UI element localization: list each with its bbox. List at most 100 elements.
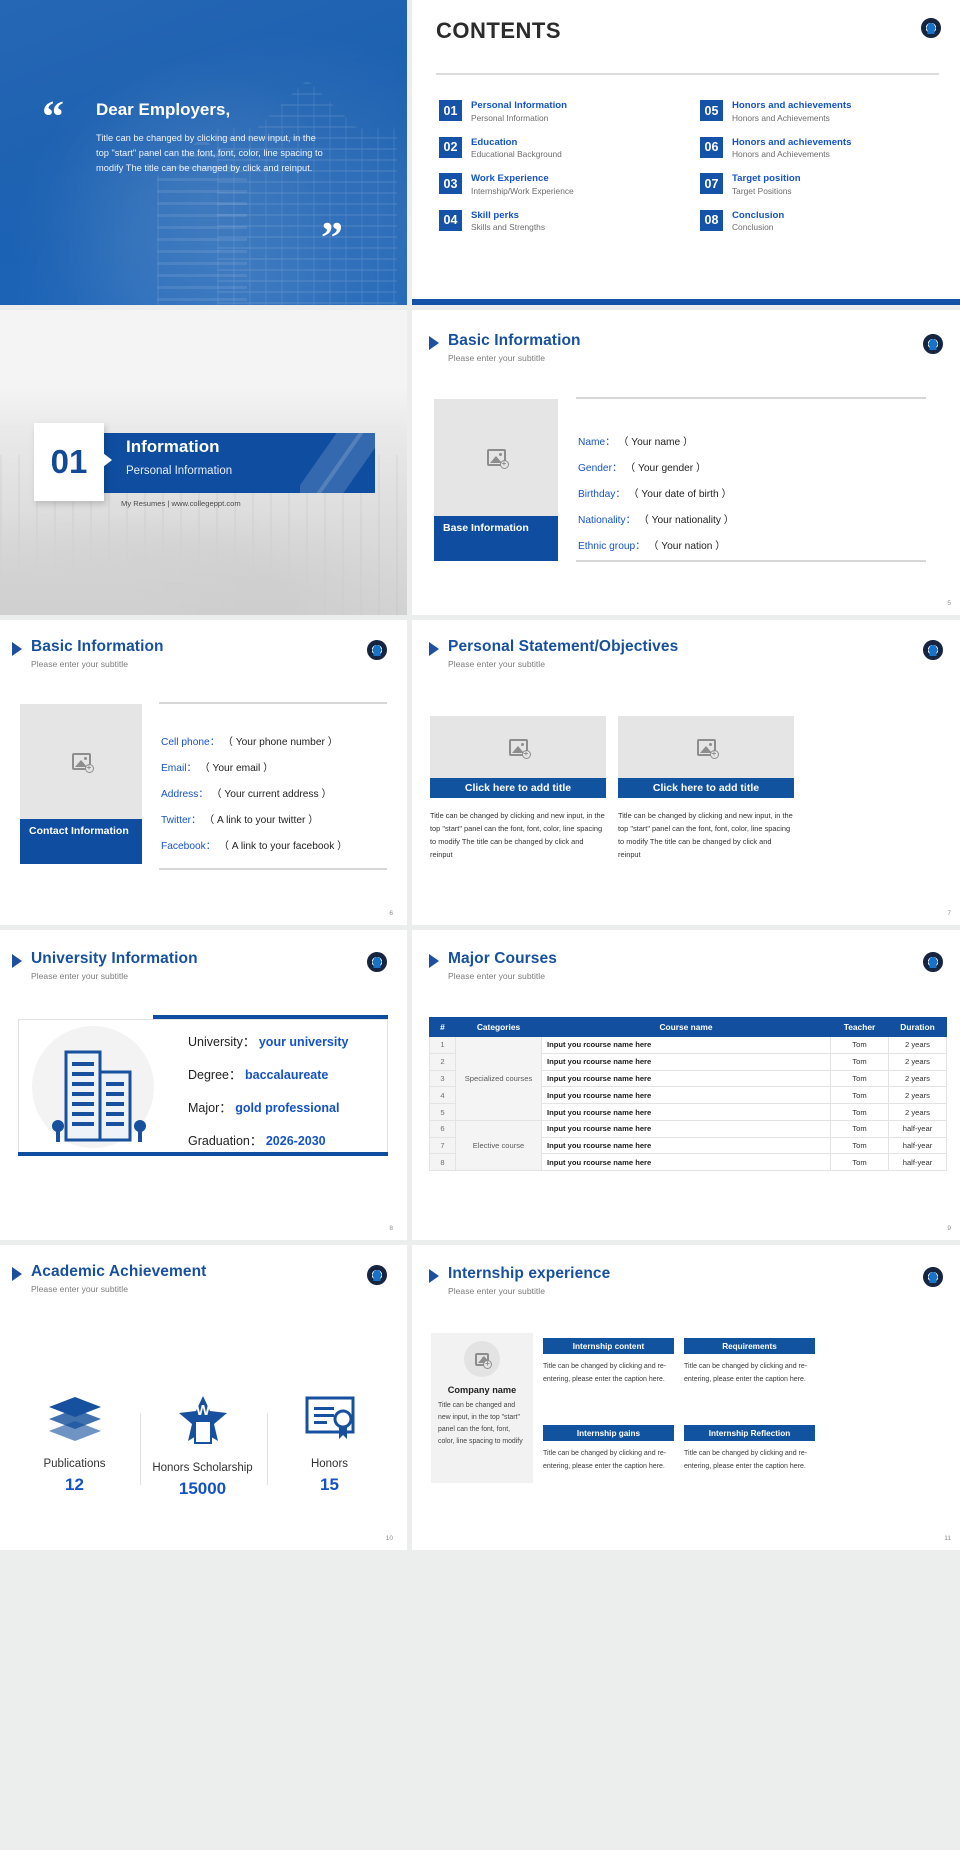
divider-subtitle: Personal Information [126,465,232,477]
company-description: Title can be changed and new input, in t… [438,1400,526,1448]
contents-item-subtitle: Skills and Strengths [471,222,545,232]
slide-basic-information[interactable]: Basic Information Please enter your subt… [412,310,960,615]
university-row-degree: Degree： baccalaureate [188,1064,348,1083]
page-number: 10 [386,1535,393,1542]
contents-item-02[interactable]: 02 EducationEducational Background [439,137,678,160]
contents-item-number: 01 [439,100,462,121]
table-row: 1 Specialized courses Input you rcourse … [430,1037,947,1054]
cell-duration: 2 years [889,1053,947,1070]
medal-star-icon: W [177,1395,229,1445]
info-key: Name： [578,437,615,448]
slide-section-divider[interactable]: 01 Information Personal Information My R… [0,310,407,615]
page-title: Internship experience [448,1265,610,1283]
statement-image-placeholder[interactable]: + [618,716,794,778]
internship-card-requirements[interactable]: Requirements Title can be changed by cli… [684,1338,815,1387]
row-key: Graduation： [188,1134,262,1148]
stat-label: Honors [267,1458,392,1470]
info-key: Gender： [578,463,622,474]
stat-value: 12 [12,1475,137,1495]
contents-item-title: Conclusion [732,210,784,222]
statement-card-caption[interactable]: Click here to add title [618,778,794,798]
statement-card-2-body: Title can be changed by clicking and new… [618,810,794,862]
add-image-icon: + [509,739,528,756]
courses-table: # Categories Course name Teacher Duratio… [429,1017,947,1171]
quote-open-icon: “ [42,104,64,130]
slide-academic-achievement[interactable]: Academic Achievement Please enter your s… [0,1245,407,1550]
plus-icon: + [522,750,531,759]
page-title: Academic Achievement [31,1263,206,1281]
add-image-icon: + [475,1353,489,1366]
info-row-facebook: Facebook： （ A link to your facebook ） [161,837,347,852]
header-triangle-icon [12,642,22,656]
stat-label: Honors Scholarship [140,1462,265,1474]
contents-list: 01 Personal InformationPersonal Informat… [439,100,939,232]
internship-card-gains[interactable]: Internship gains Title can be changed by… [543,1425,674,1474]
contact-information-rows: Cell phone： （ Your phone number ） Email：… [161,733,347,863]
internship-card-content[interactable]: Internship content Title can be changed … [543,1338,674,1387]
divider-arrow-icon [103,453,112,467]
contents-item-05[interactable]: 05 Honors and achievementsHonors and Ach… [700,100,939,123]
slide-header: Basic Information Please enter your subt… [429,332,581,363]
slide-university-information[interactable]: University Information Please enter your… [0,930,407,1240]
cell-index: 6 [430,1120,456,1137]
university-crest-icon [367,1265,387,1285]
internship-card-reflection[interactable]: Internship Reflection Title can be chang… [684,1425,815,1474]
slide-contents[interactable]: CONTENTS 01 Personal InformationPersonal… [412,0,960,305]
card-heading: Internship gains [543,1425,674,1441]
info-key: Birthday： [578,489,626,500]
page-title: Personal Statement/Objectives [448,638,678,656]
page-title: Basic Information [448,332,581,350]
slide-major-courses[interactable]: Major Courses Please enter your subtitle… [412,930,960,1240]
certificate-icon [304,1395,356,1441]
slide-personal-statement[interactable]: Personal Statement/Objectives Please ent… [412,620,960,925]
info-row-ethnic-group: Ethnic group： （ Your nation ） [578,537,734,552]
th-duration: Duration [889,1018,947,1037]
header-triangle-icon [429,954,439,968]
profile-photo-placeholder[interactable]: + [20,704,142,819]
contents-item-08[interactable]: 08 ConclusionConclusion [700,210,939,233]
slide-header: Academic Achievement Please enter your s… [12,1263,206,1294]
university-crest-icon [923,1267,943,1287]
contents-item-04[interactable]: 04 Skill perksSkills and Strengths [439,210,678,233]
contents-item-03[interactable]: 03 Work ExperienceInternship/Work Experi… [439,173,678,196]
statement-card-1[interactable]: + Click here to add title [430,716,606,798]
company-name: Company name [431,1385,533,1395]
contents-item-01[interactable]: 01 Personal InformationPersonal Informat… [439,100,678,123]
info-value: （ Your nationality ） [639,515,734,526]
cell-index: 4 [430,1087,456,1104]
header-triangle-icon [12,954,22,968]
page-subtitle: Please enter your subtitle [448,971,557,981]
contents-item-07[interactable]: 07 Target positionTarget Positions [700,173,939,196]
profile-photo-placeholder[interactable]: + [434,399,558,516]
cell-teacher: Tom [831,1120,889,1137]
company-logo-placeholder[interactable]: + [464,1341,500,1377]
contents-divider-rule [436,73,939,75]
university-row-university: University： your university [188,1031,348,1050]
slide-contact-information[interactable]: Basic Information Please enter your subt… [0,620,407,925]
slide-header: Major Courses Please enter your subtitle [429,950,557,981]
contents-item-title: Target position [732,173,801,185]
header-triangle-icon [429,336,439,350]
info-bottom-rule [159,868,387,870]
base-information-label: Base Information [434,516,558,561]
slide-deck-grid: “ Dear Employers, Title can be changed b… [0,0,960,1550]
contents-item-subtitle: Internship/Work Experience [471,186,574,196]
statement-card-caption[interactable]: Click here to add title [430,778,606,798]
page-number: 9 [947,1225,951,1232]
page-number: 11 [944,1535,951,1542]
cover-body-text: Title can be changed by clicking and new… [96,131,324,176]
contents-item-title: Personal Information [471,100,567,112]
statement-image-placeholder[interactable]: + [430,716,606,778]
row-value: 2026-2030 [266,1134,326,1148]
slide-internship-experience[interactable]: Internship experience Please enter your … [412,1245,960,1550]
info-value: （ A link to your facebook ） [219,841,348,852]
info-key: Cell phone： [161,737,220,748]
contents-item-06[interactable]: 06 Honors and achievementsHonors and Ach… [700,137,939,160]
university-crest-icon [367,952,387,972]
page-number: 8 [389,1225,393,1232]
slide-cover[interactable]: “ Dear Employers, Title can be changed b… [0,0,407,305]
cell-teacher: Tom [831,1053,889,1070]
info-top-rule [576,397,926,399]
achievement-stat-honors: Honors 15 [267,1395,392,1495]
statement-card-2[interactable]: + Click here to add title [618,716,794,798]
